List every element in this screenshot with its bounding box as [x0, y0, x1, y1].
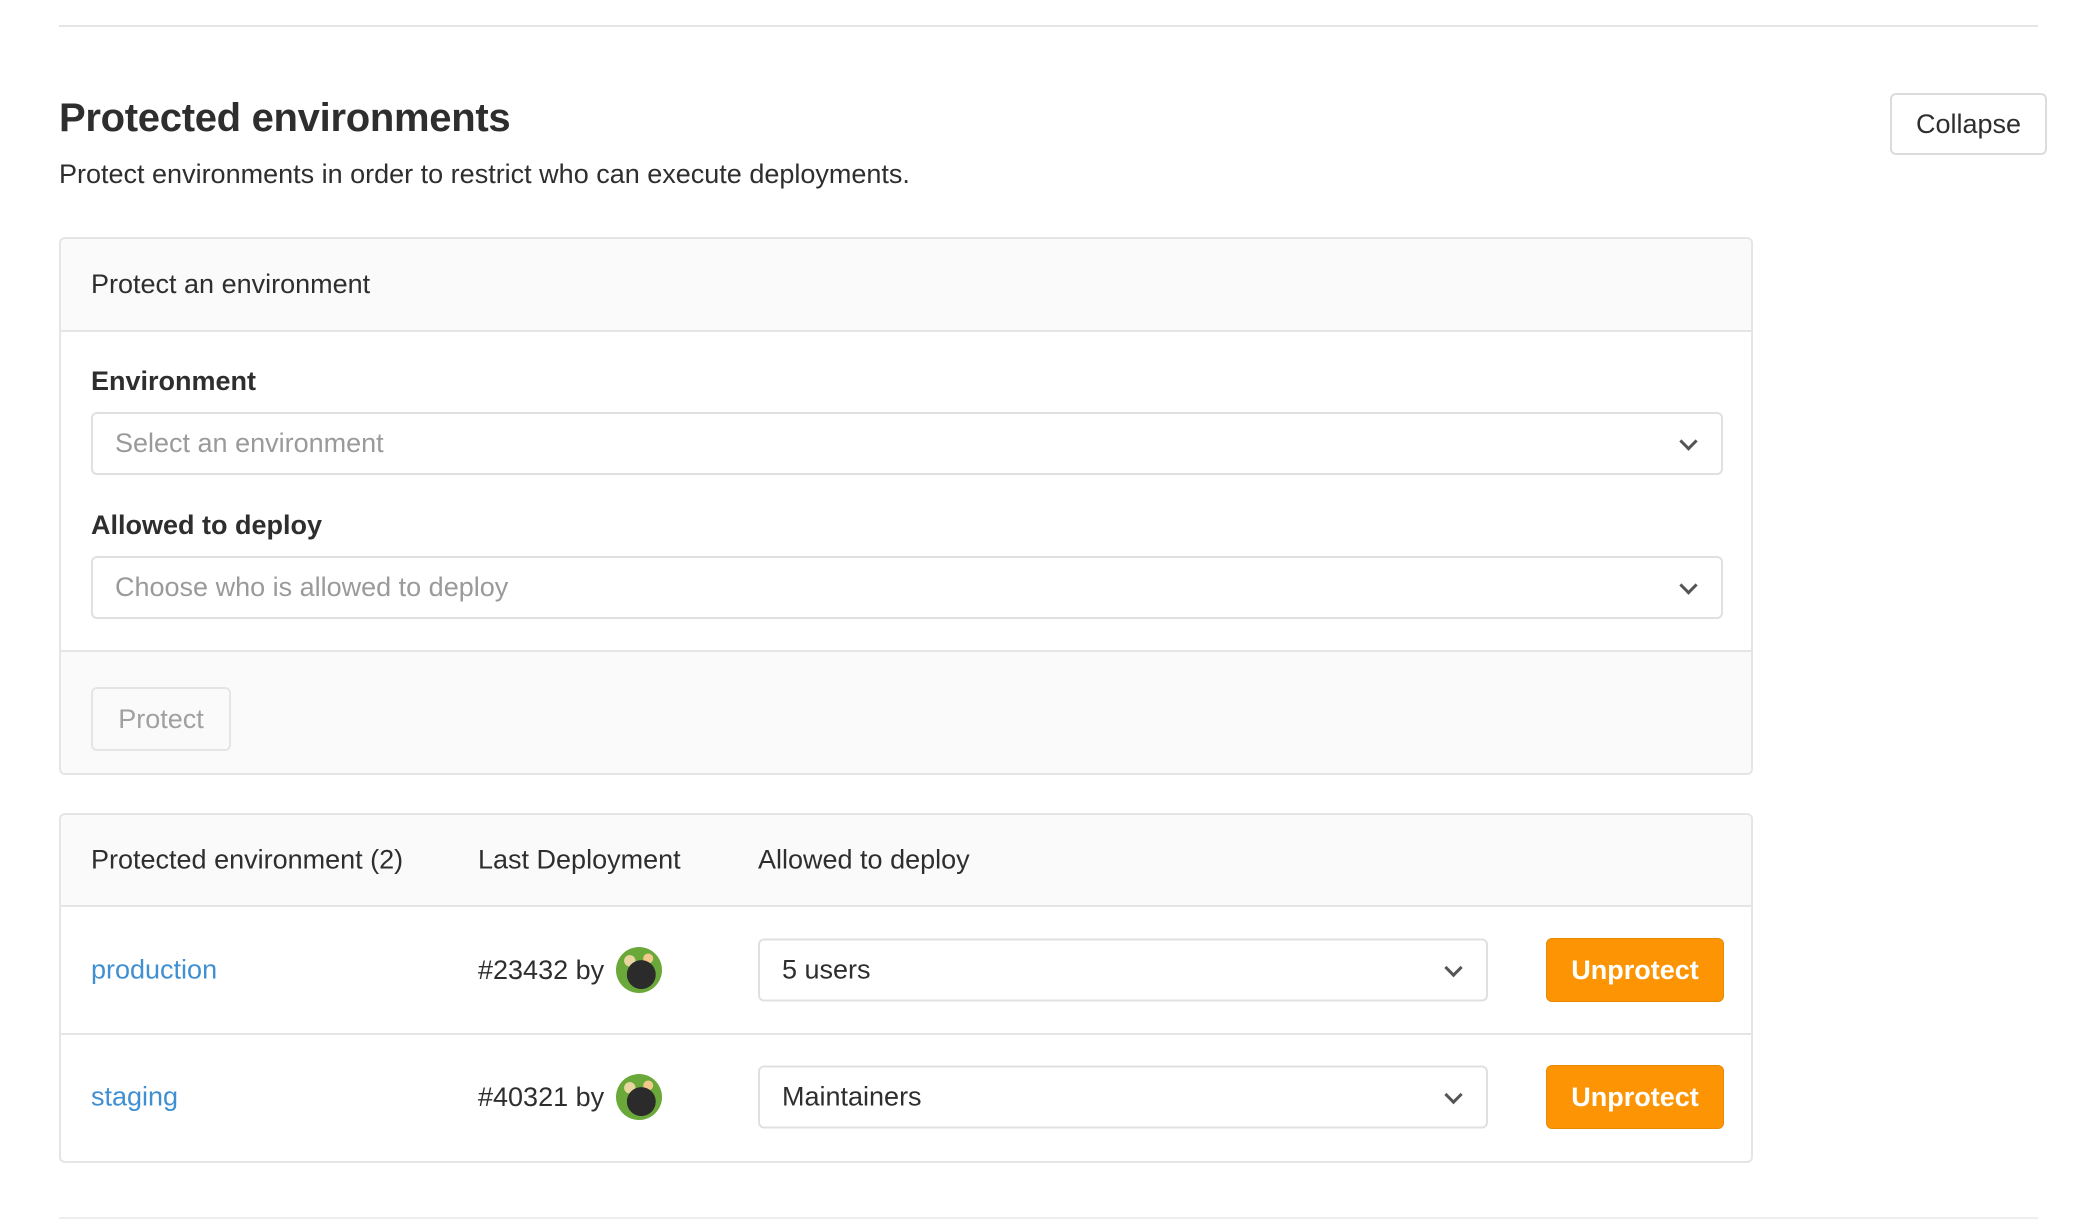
section-description: Protect environments in order to restric… — [59, 159, 910, 189]
allowed-to-deploy-value: 5 users — [782, 954, 871, 985]
environment-link[interactable]: production — [91, 955, 217, 986]
column-header-last-deployment: Last Deployment — [478, 844, 681, 875]
chevron-down-icon — [1444, 958, 1463, 977]
deployment-id: #40321 by — [478, 1081, 605, 1112]
protect-environment-body: Environment Select an environment Allowe… — [61, 332, 1751, 650]
protect-environment-header: Protect an environment — [61, 239, 1751, 332]
table-row: staging #40321 by Maintainers Unprotect — [61, 1033, 1751, 1159]
top-divider — [59, 25, 2038, 27]
unprotect-button[interactable]: Unprotect — [1546, 1065, 1724, 1129]
allowed-to-deploy-dropdown[interactable]: 5 users — [758, 938, 1488, 1002]
protect-environment-card: Protect an environment Environment Selec… — [59, 237, 1753, 775]
last-deployment: #23432 by — [478, 947, 663, 993]
deployment-id: #23432 by — [478, 954, 605, 985]
table-row: production #23432 by 5 users Unprotect — [61, 907, 1751, 1033]
column-header-environment: Protected environment (2) — [91, 844, 404, 875]
chevron-down-icon — [1679, 575, 1698, 595]
allowed-to-deploy-select[interactable]: Choose who is allowed to deploy — [91, 556, 1723, 619]
section-title: Protected environments — [59, 96, 511, 140]
environment-label: Environment — [91, 366, 257, 396]
protect-button[interactable]: Protect — [91, 687, 231, 751]
allowed-to-deploy-value: Maintainers — [782, 1081, 922, 1112]
environment-select-placeholder: Select an environment — [115, 428, 384, 458]
environment-select[interactable]: Select an environment — [91, 412, 1723, 475]
protect-environment-footer: Protect — [61, 650, 1751, 773]
allowed-to-deploy-label: Allowed to deploy — [91, 510, 323, 540]
unprotect-button[interactable]: Unprotect — [1546, 938, 1724, 1002]
table-header: Protected environment (2) Last Deploymen… — [61, 815, 1751, 907]
collapse-button[interactable]: Collapse — [1890, 93, 2047, 155]
allowed-to-deploy-placeholder: Choose who is allowed to deploy — [115, 572, 509, 602]
avatar[interactable] — [616, 1074, 663, 1120]
protected-environments-table: Protected environment (2) Last Deploymen… — [59, 813, 1753, 1163]
chevron-down-icon — [1444, 1085, 1463, 1104]
environment-link[interactable]: staging — [91, 1082, 178, 1113]
allowed-to-deploy-dropdown[interactable]: Maintainers — [758, 1065, 1488, 1129]
bottom-divider — [59, 1217, 2038, 1219]
chevron-down-icon — [1679, 431, 1698, 451]
column-header-allowed-to-deploy: Allowed to deploy — [758, 844, 970, 875]
avatar[interactable] — [616, 947, 663, 993]
last-deployment: #40321 by — [478, 1074, 663, 1120]
